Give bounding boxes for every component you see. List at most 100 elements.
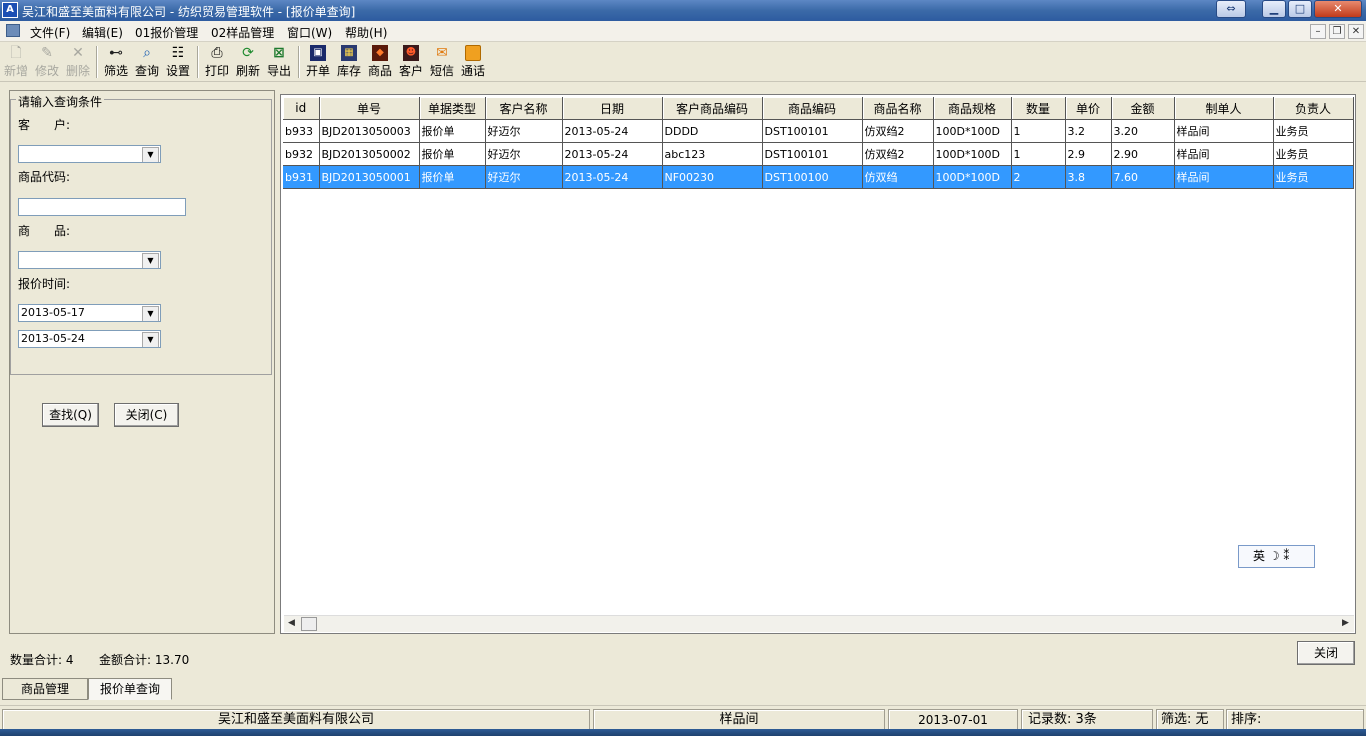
column-header-product-name[interactable]: 商品名称 — [862, 97, 934, 120]
open-order-button[interactable]: ▣ 开单 — [302, 45, 334, 81]
close-query-button[interactable]: 关闭(C) — [114, 403, 179, 427]
cell-order-no[interactable]: BJD2013050002 — [319, 142, 420, 166]
menu-edit[interactable]: 编辑(E) — [82, 24, 123, 41]
cell-owner[interactable]: 业务员 — [1273, 142, 1354, 166]
cell-customer[interactable]: 好迈尔 — [485, 142, 563, 166]
column-header-customer[interactable]: 客户名称 — [485, 97, 563, 120]
close-button[interactable]: 关闭 — [1297, 641, 1355, 665]
column-header-customer-product-code[interactable]: 客户商品编码 — [662, 97, 763, 120]
cell-product-code[interactable]: DST100101 — [762, 142, 863, 166]
table-row-selected[interactable]: b931 BJD2013050001 报价单 好迈尔 2013-05-24 NF… — [283, 165, 1354, 189]
mdi-close-icon[interactable]: ✕ — [1348, 24, 1364, 39]
query-button[interactable]: ⌕ 查询 — [131, 45, 163, 81]
column-header-unit-price[interactable]: 单价 — [1065, 97, 1112, 120]
cell-spec[interactable]: 100D*100D — [933, 142, 1012, 166]
scroll-right-icon[interactable]: ▶ — [1342, 618, 1349, 628]
cell-qty[interactable]: 1 — [1011, 142, 1066, 166]
column-header-order-no[interactable]: 单号 — [319, 97, 420, 120]
chevron-down-icon[interactable]: ▼ — [142, 306, 159, 321]
column-header-creator[interactable]: 制单人 — [1174, 97, 1274, 120]
date-from-picker[interactable]: 2013-05-17 ▼ — [18, 304, 161, 322]
menu-quotation[interactable]: 01报价管理 — [135, 24, 198, 41]
new-button[interactable]: 🗋 新增 — [0, 45, 32, 81]
column-header-owner[interactable]: 负责人 — [1273, 97, 1354, 120]
inventory-button[interactable]: ▦ 库存 — [333, 45, 365, 81]
menu-help[interactable]: 帮助(H) — [345, 24, 387, 41]
column-header-id[interactable]: id — [283, 97, 320, 120]
column-header-qty[interactable]: 数量 — [1011, 97, 1066, 120]
delete-button[interactable]: ✕ 删除 — [62, 45, 94, 81]
cell-creator[interactable]: 样品间 — [1174, 142, 1274, 166]
cell-doc-type[interactable]: 报价单 — [419, 119, 486, 143]
cell-product-code[interactable]: DST100101 — [762, 119, 863, 143]
cell-spec[interactable]: 100D*100D — [933, 119, 1012, 143]
column-header-spec[interactable]: 商品规格 — [933, 97, 1012, 120]
call-button[interactable]: 通话 — [457, 45, 489, 81]
cell-customer[interactable]: 好迈尔 — [485, 165, 563, 189]
menu-sample[interactable]: 02样品管理 — [211, 24, 274, 41]
menu-file[interactable]: 文件(F) — [30, 24, 70, 41]
cell-unit-price[interactable]: 3.2 — [1065, 119, 1112, 143]
mdi-restore-icon[interactable]: ❐ — [1329, 24, 1345, 39]
cell-owner[interactable]: 业务员 — [1273, 165, 1354, 189]
cell-product-name[interactable]: 仿双绉2 — [862, 142, 934, 166]
scroll-thumb[interactable] — [301, 617, 317, 631]
customer-select[interactable]: ▼ — [18, 145, 161, 163]
filter-button[interactable]: ⊷ 筛选 — [100, 45, 132, 81]
cell-qty[interactable]: 2 — [1011, 165, 1066, 189]
export-button[interactable]: ⊠ 导出 — [263, 45, 295, 81]
refresh-button[interactable]: ⟳ 刷新 — [232, 45, 264, 81]
cell-id[interactable]: b931 — [283, 165, 320, 189]
cell-order-no[interactable]: BJD2013050003 — [319, 119, 420, 143]
cell-date[interactable]: 2013-05-24 — [562, 119, 663, 143]
cell-spec[interactable]: 100D*100D — [933, 165, 1012, 189]
cell-qty[interactable]: 1 — [1011, 119, 1066, 143]
cell-customer[interactable]: 好迈尔 — [485, 119, 563, 143]
restore-window-icon[interactable]: ⇔ — [1216, 0, 1246, 18]
cell-creator[interactable]: 样品间 — [1174, 165, 1274, 189]
chevron-down-icon[interactable]: ▼ — [142, 253, 159, 268]
tab-product-management[interactable]: 商品管理 — [2, 678, 88, 700]
cell-amount[interactable]: 7.60 — [1111, 165, 1175, 189]
cell-unit-price[interactable]: 3.8 — [1065, 165, 1112, 189]
chevron-down-icon[interactable]: ▼ — [142, 332, 159, 347]
minimize-icon[interactable]: ▁ — [1262, 0, 1286, 18]
modify-button[interactable]: ✎ 修改 — [31, 45, 63, 81]
cell-date[interactable]: 2013-05-24 — [562, 165, 663, 189]
column-header-doc-type[interactable]: 单据类型 — [419, 97, 486, 120]
product-code-input[interactable] — [18, 198, 186, 216]
customer-button[interactable]: ☻ 客户 — [395, 45, 427, 81]
cell-customer-product-code[interactable]: abc123 — [662, 142, 763, 166]
close-window-icon[interactable]: ✕ — [1314, 0, 1362, 18]
cell-customer-product-code[interactable]: DDDD — [662, 119, 763, 143]
column-header-product-code[interactable]: 商品编码 — [762, 97, 863, 120]
mdi-minimize-icon[interactable]: – — [1310, 24, 1326, 39]
find-button[interactable]: 查找(Q) — [42, 403, 99, 427]
settings-button[interactable]: ☷ 设置 — [162, 45, 194, 81]
column-header-amount[interactable]: 金额 — [1111, 97, 1175, 120]
menu-window[interactable]: 窗口(W) — [287, 24, 332, 41]
cell-doc-type[interactable]: 报价单 — [419, 142, 486, 166]
print-button[interactable]: ⎙ 打印 — [201, 45, 233, 81]
horizontal-scrollbar[interactable]: ◀ ▶ — [284, 615, 1354, 632]
cell-owner[interactable]: 业务员 — [1273, 119, 1354, 143]
tab-quotation-query[interactable]: 报价单查询 — [88, 678, 172, 700]
mdi-document-icon[interactable] — [6, 24, 20, 37]
table-row[interactable]: b932 BJD2013050002 报价单 好迈尔 2013-05-24 ab… — [283, 142, 1354, 166]
product-select[interactable]: ▼ — [18, 251, 161, 269]
cell-date[interactable]: 2013-05-24 — [562, 142, 663, 166]
sms-button[interactable]: ✉ 短信 — [426, 45, 458, 81]
cell-id[interactable]: b932 — [283, 142, 320, 166]
chevron-down-icon[interactable]: ▼ — [142, 147, 159, 162]
cell-product-code[interactable]: DST100100 — [762, 165, 863, 189]
cell-product-name[interactable]: 仿双绉2 — [862, 119, 934, 143]
maximize-icon[interactable]: □ — [1288, 0, 1312, 18]
cell-product-name[interactable]: 仿双绉 — [862, 165, 934, 189]
cell-amount[interactable]: 2.90 — [1111, 142, 1175, 166]
cell-customer-product-code[interactable]: NF00230 — [662, 165, 763, 189]
date-to-picker[interactable]: 2013-05-24 ▼ — [18, 330, 161, 348]
cell-amount[interactable]: 3.20 — [1111, 119, 1175, 143]
column-header-date[interactable]: 日期 — [562, 97, 663, 120]
cell-doc-type[interactable]: 报价单 — [419, 165, 486, 189]
product-button[interactable]: ◆ 商品 — [364, 45, 396, 81]
